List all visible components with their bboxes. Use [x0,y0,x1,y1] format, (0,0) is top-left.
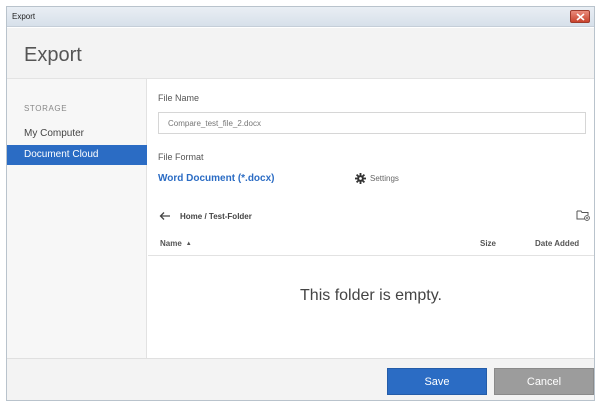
export-main-panel: File Name File Format Word Document (*.d… [148,79,594,358]
column-name-label: Name [160,239,182,248]
sort-ascending-icon: ▲ [185,241,192,247]
sidebar-item-label: Document Cloud [24,149,99,160]
cancel-button[interactable]: Cancel [494,368,594,395]
file-format-selector[interactable]: Word Document (*.docx) [158,173,274,184]
back-arrow-icon [159,212,170,220]
storage-sidebar: STORAGE My Computer Document Cloud [7,79,147,358]
sidebar-item-document-cloud[interactable]: Document Cloud [7,145,147,165]
gear-icon [355,173,366,184]
breadcrumb: Home / Test-Folder [180,212,252,221]
new-folder-icon [576,210,590,221]
save-button[interactable]: Save [387,368,487,395]
sidebar-item-label: My Computer [24,128,85,139]
title-bar: Export [7,7,594,27]
window-title: Export [12,12,36,21]
file-name-label: File Name [158,93,200,103]
close-button[interactable] [570,10,590,23]
empty-folder-message: This folder is empty. [300,287,442,304]
file-format-label: File Format [158,152,204,162]
close-icon [576,13,585,21]
file-name-input[interactable] [158,112,586,134]
column-header-date-added[interactable]: Date Added [535,239,579,248]
dialog-footer: Save Cancel [7,358,594,400]
column-header-name[interactable]: Name ▲ [160,239,192,248]
page-title: Export [24,44,82,66]
back-button[interactable] [158,209,172,223]
column-header-size[interactable]: Size [480,239,496,248]
new-folder-button[interactable] [576,208,590,222]
export-dialog: Export Export STORAGE My Computer Docume… [6,6,595,401]
sidebar-item-my-computer[interactable]: My Computer [7,124,147,144]
dialog-header: Export [7,28,594,79]
settings-label: Settings [370,174,399,183]
folder-navigation: Home / Test-Folder [158,208,590,225]
file-table-header: Name ▲ Size Date Added [148,232,594,256]
storage-section-label: STORAGE [24,104,68,113]
